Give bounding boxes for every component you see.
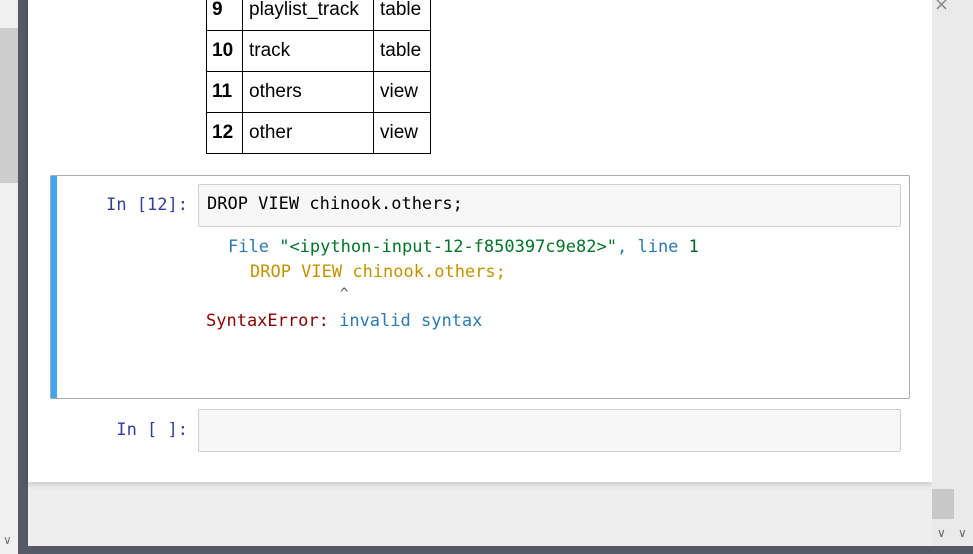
line-number: 1	[688, 237, 699, 257]
row-type: view	[373, 71, 431, 113]
right-scrollbar-thumb[interactable]	[932, 489, 954, 519]
row-name: other	[242, 112, 374, 154]
right-scrollbar[interactable]	[932, 0, 973, 554]
row-name: track	[242, 30, 374, 72]
error-type: SyntaxError	[206, 311, 319, 331]
error-colon: :	[318, 311, 329, 331]
close-icon[interactable]: ×	[934, 0, 949, 15]
chevron-down-icon[interactable]: ∨	[937, 527, 946, 539]
empty-code-input[interactable]	[198, 409, 901, 452]
left-scrollbar[interactable]: ∨	[0, 0, 18, 554]
row-index: 11	[206, 71, 243, 113]
file-name: "<ipython-input-12-f850397c9e82>"	[279, 237, 617, 257]
row-name: others	[242, 71, 374, 113]
table-row: 12 other view	[206, 112, 431, 154]
line-label: line	[637, 237, 679, 257]
table-row: 10 track table	[206, 30, 431, 72]
row-type: table	[373, 0, 431, 31]
empty-cell-prompt: In [ ]:	[116, 420, 188, 440]
file-label: File	[228, 237, 269, 257]
selected-cell-indicator	[51, 176, 57, 398]
dataframe-table: 9 playlist_track table 10 track table 11…	[206, 0, 431, 154]
comma: ,	[616, 237, 628, 257]
code-text[interactable]: DROP VIEW chinook.others;	[207, 194, 463, 214]
row-index: 9	[206, 0, 243, 31]
error-file-line: File "<ipython-input-12-f850397c9e82>", …	[228, 235, 699, 259]
chevron-down-icon[interactable]: ∨	[958, 527, 967, 539]
table-row: 9 playlist_track table	[206, 0, 431, 31]
row-index: 12	[206, 112, 243, 154]
row-type: table	[373, 30, 431, 72]
left-divider	[18, 0, 28, 554]
error-caret: ^	[340, 286, 349, 302]
table-row: 11 others view	[206, 71, 431, 113]
left-scrollbar-thumb[interactable]	[0, 28, 18, 183]
code-input-area[interactable]: DROP VIEW chinook.others;	[198, 184, 901, 227]
row-name: playlist_track	[242, 0, 374, 31]
cell-input-prompt: In [12]:	[106, 195, 188, 215]
row-type: view	[373, 112, 431, 154]
row-index: 10	[206, 30, 243, 72]
bottom-divider	[18, 546, 973, 554]
error-code-line: DROP VIEW chinook.others;	[250, 262, 506, 282]
error-summary: SyntaxError: invalid syntax	[206, 309, 482, 333]
error-message: invalid syntax	[339, 311, 483, 331]
chevron-down-icon[interactable]: ∨	[3, 534, 12, 546]
